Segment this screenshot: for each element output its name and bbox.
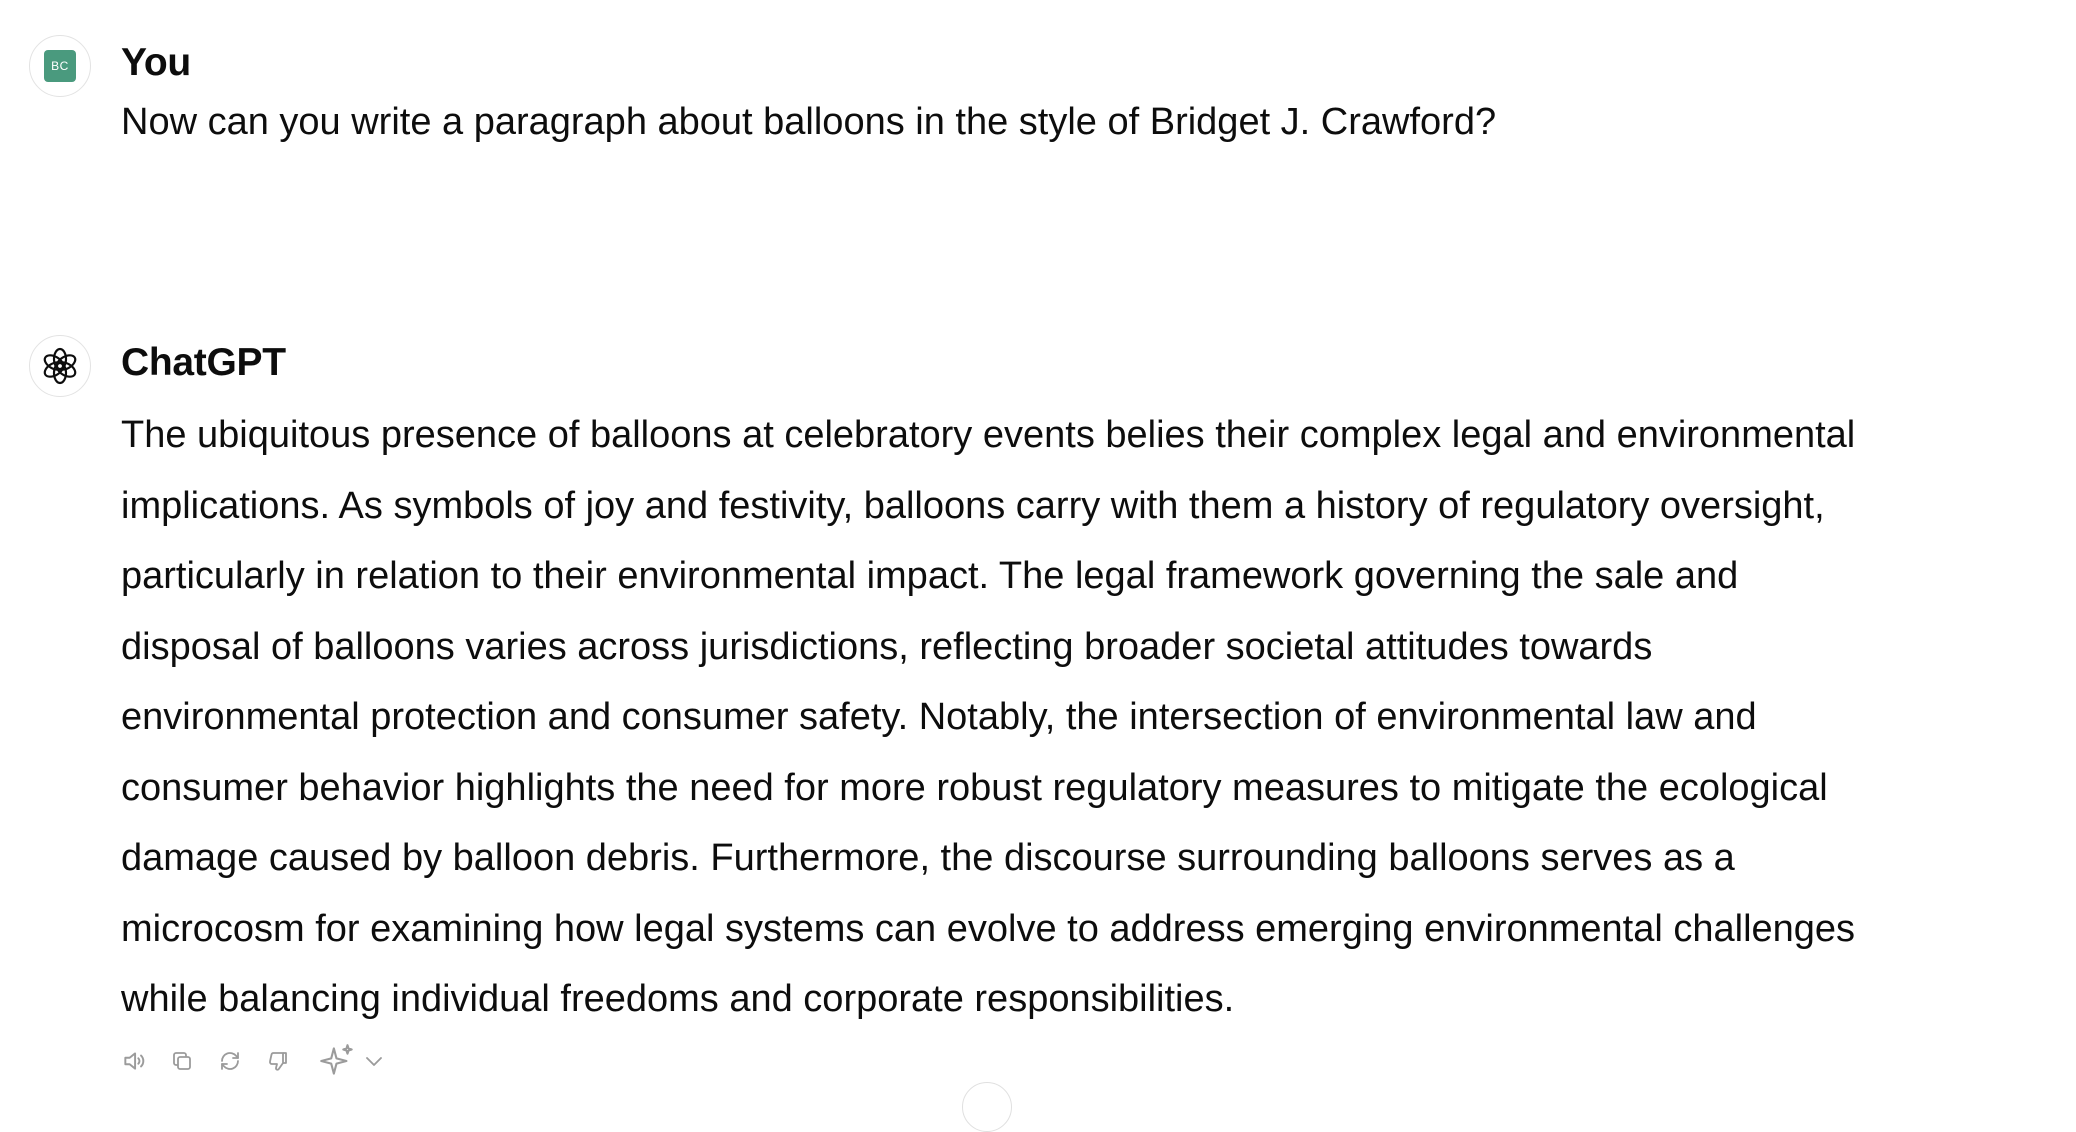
openai-logo-icon <box>43 347 77 385</box>
copy-button[interactable] <box>166 1045 198 1077</box>
assistant-author-name: ChatGPT <box>121 341 286 384</box>
thumbs-down-icon <box>269 1052 287 1071</box>
sparkle-icon <box>320 1044 353 1075</box>
assistant-message-line: environmental protection and consumer sa… <box>121 696 1757 738</box>
copy-icon <box>173 1052 191 1070</box>
assistant-message-line: The ubiquitous presence of balloons at c… <box>121 414 1856 456</box>
assistant-message-line: consumer behavior highlights the need fo… <box>121 766 1828 809</box>
regenerate-icon <box>221 1052 239 1070</box>
thumbs-down-button[interactable] <box>262 1045 294 1077</box>
read-aloud-button[interactable] <box>118 1045 150 1077</box>
assistant-message-line: disposal of balloons varies across juris… <box>121 625 1653 668</box>
message-actions-bar <box>118 1040 386 1082</box>
assistant-message-line: microcosm for examining how legal system… <box>121 907 1856 950</box>
assistant-avatar <box>29 335 91 397</box>
user-avatar: BC <box>29 35 91 97</box>
chevron-down-icon <box>366 1057 382 1066</box>
assistant-message-line: particularly in relation to their enviro… <box>121 555 1739 597</box>
user-avatar-initials: BC <box>44 50 76 82</box>
user-author-name: You <box>121 41 191 84</box>
assistant-message-line: while balancing individual freedoms and … <box>121 978 1235 1020</box>
user-message-text: Now can you write a paragraph about ball… <box>121 92 1496 152</box>
assistant-message-line: damage caused by balloon debris. Further… <box>121 837 1735 879</box>
assistant-message-text: The ubiquitous presence of balloons at c… <box>121 400 1855 1035</box>
regenerate-button[interactable] <box>214 1045 246 1077</box>
model-switcher-button[interactable] <box>316 1040 386 1082</box>
user-message-line: Now can you write a paragraph about ball… <box>121 101 1497 143</box>
read-aloud-icon <box>124 1052 145 1070</box>
assistant-message-line: implications. As symbols of joy and fest… <box>121 484 1825 527</box>
scroll-to-bottom-button[interactable] <box>962 1082 1012 1132</box>
